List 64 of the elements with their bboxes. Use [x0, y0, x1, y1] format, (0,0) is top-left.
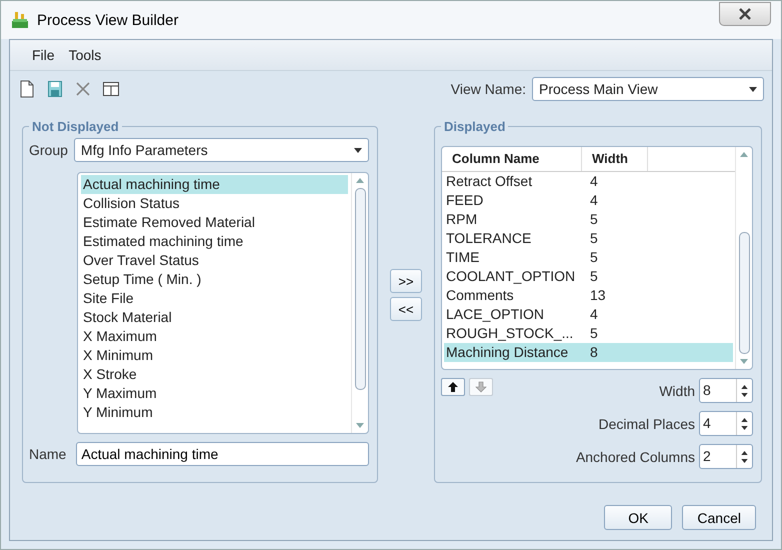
view-name-dropdown[interactable]: Process Main View — [532, 77, 764, 101]
close-icon — [738, 8, 752, 20]
scrollbar[interactable] — [351, 173, 368, 433]
table-row[interactable]: TIME 5 — [444, 248, 733, 267]
list-item[interactable]: Estimated machining time — [81, 232, 348, 251]
new-document-icon[interactable] — [18, 80, 36, 98]
spinner-label: Width — [659, 382, 695, 398]
list-item[interactable]: Setup Time ( Min. ) — [81, 270, 348, 289]
panel-title: Not Displayed — [31, 119, 120, 134]
move-button[interactable]: >> — [390, 269, 422, 293]
table-row[interactable]: Retract Offset 4 — [444, 172, 733, 191]
table-row[interactable]: RPM 5 — [444, 210, 733, 229]
list-item[interactable]: X Maximum — [81, 327, 348, 346]
view-name-label: View Name: — [450, 81, 526, 97]
caret-icon — [354, 148, 362, 152]
list-item[interactable]: Y Minimum — [81, 403, 348, 422]
scroll-up-icon[interactable] — [356, 178, 364, 183]
group-dropdown[interactable]: Mfg Info Parameters — [74, 138, 369, 162]
delete-icon[interactable] — [74, 80, 92, 98]
spinner-label: Anchored Columns — [576, 448, 695, 464]
move-button[interactable]: << — [390, 297, 422, 321]
column-header[interactable]: Width — [582, 147, 648, 171]
table-row[interactable]: TOLERANCE 5 — [444, 229, 733, 248]
caret-icon — [749, 86, 757, 92]
name-label: Name — [29, 446, 66, 462]
list-item[interactable]: X Stroke — [81, 365, 348, 384]
list-item[interactable]: Collision Status — [81, 194, 348, 213]
list-item[interactable]: Y Maximum — [81, 384, 348, 403]
number-spinner[interactable]: 4 — [699, 411, 753, 436]
table-row[interactable]: COOLANT_OPTION 5 — [444, 267, 733, 286]
menu-item[interactable]: Tools — [68, 47, 102, 63]
table-row[interactable]: FEED 4 — [444, 191, 733, 210]
table-icon[interactable] — [102, 80, 120, 98]
list-item[interactable]: Estimate Removed Material — [81, 213, 348, 232]
app-icon — [11, 11, 29, 29]
scroll-down-icon[interactable] — [740, 359, 748, 364]
save-icon[interactable] — [46, 80, 64, 98]
name-field[interactable]: Actual machining time — [76, 442, 369, 466]
list-item[interactable]: Site File — [81, 289, 348, 308]
number-spinner[interactable]: 8 — [699, 378, 753, 403]
scrollbar[interactable] — [735, 147, 752, 369]
dialog-button[interactable]: OK — [604, 505, 672, 530]
spinner-label: Decimal Places — [598, 416, 695, 432]
number-spinner[interactable]: 2 — [699, 444, 753, 469]
column-header[interactable]: Column Name — [442, 147, 582, 171]
move-up-button[interactable] — [441, 378, 465, 396]
dialog-button[interactable]: Cancel — [682, 505, 756, 530]
menu-item[interactable]: File — [32, 47, 55, 63]
group-label: Group — [29, 142, 68, 158]
list-item[interactable]: X Minimum — [81, 346, 348, 365]
up-arrow-icon — [447, 381, 459, 393]
scroll-up-icon[interactable] — [740, 152, 748, 157]
window-title: Process View Builder — [37, 12, 178, 28]
list-item[interactable]: Actual machining time — [81, 175, 348, 194]
table-row[interactable]: Comments 13 — [444, 286, 733, 305]
list-item[interactable]: Over Travel Status — [81, 251, 348, 270]
down-arrow-icon — [475, 381, 487, 393]
panel-title: Displayed — [443, 119, 506, 134]
scroll-down-icon[interactable] — [356, 423, 364, 428]
table-row[interactable]: LACE_OPTION 4 — [444, 305, 733, 324]
table-row[interactable]: ROUGH_STOCK_... 5 — [444, 324, 733, 343]
list-item[interactable]: Stock Material — [81, 308, 348, 327]
table-row[interactable]: Machining Distance 8 — [444, 343, 733, 362]
close-button[interactable] — [719, 2, 771, 26]
